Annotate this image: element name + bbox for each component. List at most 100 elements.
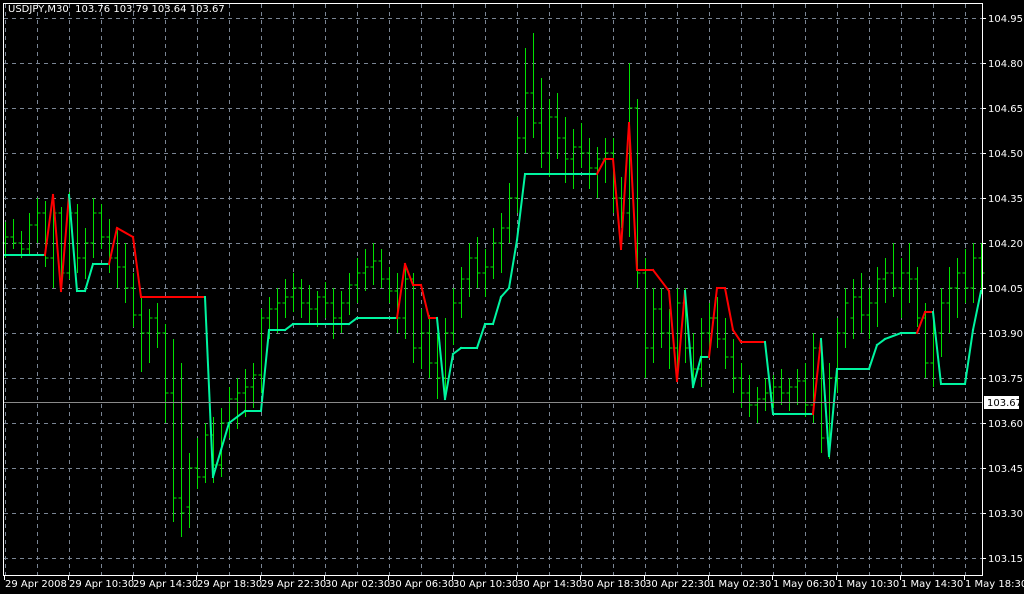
ohlc-bar: [746, 375, 753, 417]
ohlc-bar: [98, 204, 105, 249]
line-segment: [107, 226, 119, 266]
ohlc-bar: [370, 243, 377, 285]
ohlc-bar: [914, 267, 921, 327]
ohlc-bar: [754, 387, 761, 423]
symbol-timeframe: USDJPY,M30: [8, 4, 69, 15]
line-segment: [419, 283, 431, 320]
ohlc-bar: [154, 303, 161, 348]
line-segment: [115, 226, 135, 239]
line-segment: [451, 346, 463, 356]
ohlc-bar: [322, 282, 329, 318]
line-segment: [219, 421, 231, 452]
ohlc-bar: [698, 318, 705, 387]
ohlc-bar: [82, 228, 89, 279]
high-value: 103.79: [113, 4, 149, 15]
x-tick-label: 29 Apr 2008: [5, 579, 67, 590]
ohlc-bar: [730, 339, 737, 393]
line-segment: [675, 289, 687, 383]
ohlc-bar: [586, 138, 593, 189]
ohlc-bar: [338, 291, 345, 333]
line-segment: [971, 289, 983, 332]
x-tick-label: 30 Apr 02:30: [325, 579, 390, 590]
line-segment: [595, 157, 607, 176]
line-segment: [403, 262, 415, 287]
ohlc-bar: [906, 243, 913, 303]
ohlc-bar: [802, 363, 809, 417]
ohlc-bar: [306, 285, 313, 324]
ohlc-bar: [386, 267, 393, 303]
ohlc-bar: [450, 288, 457, 345]
x-tick-label: 1 May 02:30: [709, 579, 771, 590]
price-axis[interactable]: 104.95 104.80 104.65 104.50 104.35 104.20 104.…: [982, 14, 1023, 565]
line-segment: [915, 310, 927, 335]
ohlc-bar: [18, 231, 25, 258]
line-segment: [627, 121, 639, 272]
y-tick-label: 104.50: [988, 149, 1023, 160]
line-segment: [259, 328, 271, 413]
low-value: 103.64: [151, 4, 187, 15]
line-segment: [875, 337, 887, 347]
ohlc-bar: [938, 288, 945, 357]
ohlc-bar: [178, 363, 185, 537]
ohlc-bar: [330, 288, 337, 339]
ohlc-bar: [130, 273, 137, 327]
ohlc-bar: [490, 228, 497, 279]
ohlc-bar: [274, 288, 281, 333]
y-tick-label: 104.65: [988, 104, 1023, 115]
line-segment: [691, 355, 703, 389]
ohlc-bar: [314, 291, 321, 327]
x-tick-label: 29 Apr 10:30: [69, 579, 134, 590]
line-segment: [651, 268, 671, 293]
line-segment: [395, 262, 407, 320]
ohlc-bar: [426, 315, 433, 378]
ohlc-bar: [882, 258, 889, 303]
time-axis[interactable]: 29 Apr 2008 29 Apr 10:3029 Apr 14:3029 Ap…: [4, 575, 1024, 590]
line-segment: [283, 322, 295, 332]
ohlc-bar: [354, 258, 361, 303]
ohlc-bar: [482, 249, 489, 297]
line-segment: [43, 193, 55, 257]
ohlc-bar: [570, 129, 577, 189]
line-segment: [211, 448, 223, 479]
y-tick-label: 103.75: [988, 374, 1023, 385]
price-chart[interactable]: 104.95 104.80 104.65 104.50 104.35 104.20 104.…: [0, 0, 1024, 594]
ohlc-bar: [10, 219, 17, 249]
ohlc-bar: [842, 288, 849, 348]
line-segment: [731, 328, 743, 344]
ohlc-bar: [170, 339, 177, 522]
line-segment: [491, 295, 503, 326]
line-segment: [683, 289, 695, 389]
x-tick-label: 29 Apr 18:30: [197, 579, 262, 590]
ohlc-bar: [722, 318, 729, 369]
ohlc-bar: [778, 369, 785, 405]
ohlc-bar: [122, 243, 129, 303]
ohlc-bar: [762, 378, 769, 411]
ohlc-bar: [786, 378, 793, 411]
y-tick-label: 104.20: [988, 239, 1023, 250]
current-price-label: 103.67: [984, 396, 1022, 409]
ohlc-bar: [874, 267, 881, 327]
chart-header: USDJPY,M30 103.76 103.79 103.64 103.67: [8, 4, 225, 15]
x-tick-label: 30 Apr 14:30: [517, 579, 582, 590]
y-tick-label: 104.95: [988, 14, 1023, 25]
y-tick-label: 103.30: [988, 509, 1023, 520]
ohlc-bar: [858, 273, 865, 333]
line-segment: [435, 316, 447, 401]
ohlc-bar: [378, 249, 385, 288]
ohlc-bar: [578, 123, 585, 168]
ohlc-bar: [530, 33, 537, 138]
ohlc-bar: [738, 363, 745, 408]
x-tick-label: 30 Apr 10:30: [453, 579, 518, 590]
ohlc-bar: [234, 378, 241, 429]
ohlc-bar: [346, 273, 353, 315]
y-tick-label: 104.80: [988, 59, 1023, 70]
ohlc-bar: [642, 258, 649, 378]
ohlc-bar: [970, 243, 977, 303]
ohlc-bar: [538, 78, 545, 168]
ohlc-bar: [250, 363, 257, 408]
ohlc-bar: [186, 453, 193, 528]
line-segment: [475, 322, 487, 350]
y-tick-label: 103.45: [988, 464, 1023, 475]
line-segment: [723, 286, 735, 332]
ohlc-bar: [242, 369, 249, 417]
